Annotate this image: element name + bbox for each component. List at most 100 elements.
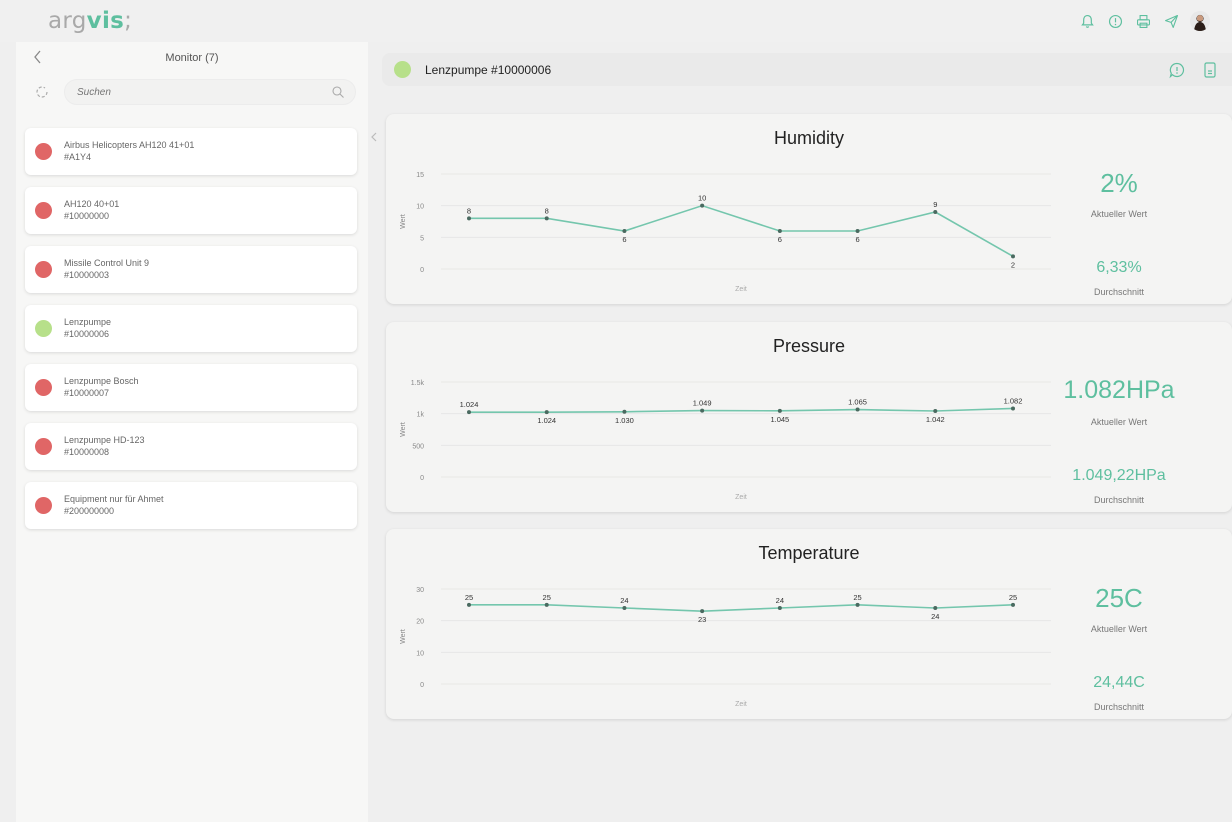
printer-icon[interactable] bbox=[1134, 12, 1152, 30]
app-logo[interactable]: argvis; bbox=[48, 8, 132, 34]
data-label: 24 bbox=[620, 596, 628, 605]
data-point[interactable] bbox=[700, 203, 705, 208]
data-label: 6 bbox=[778, 235, 782, 244]
data-point[interactable] bbox=[855, 407, 860, 412]
document-icon[interactable] bbox=[1202, 61, 1218, 79]
y-tick-label: 15 bbox=[416, 172, 424, 179]
device-header: Lenzpumpe #10000006 bbox=[382, 53, 1232, 86]
collapse-sidebar-icon[interactable] bbox=[368, 126, 380, 148]
status-dot bbox=[35, 261, 52, 278]
logo-part-1: arg bbox=[48, 8, 87, 34]
equipment-id: #10000008 bbox=[64, 447, 110, 457]
data-point[interactable] bbox=[700, 609, 705, 614]
sidebar-header: Monitor (7) bbox=[16, 42, 368, 74]
current-value-label: Aktueller Wert bbox=[1090, 417, 1148, 427]
current-value: 1.082HPa bbox=[1063, 376, 1175, 404]
equipment-name: AH120 40+01 bbox=[64, 199, 120, 209]
data-label: 1.082 bbox=[1004, 396, 1023, 405]
device-title: Lenzpumpe #10000006 bbox=[425, 63, 552, 77]
top-icons bbox=[1078, 11, 1210, 31]
equipment-id: #10000006 bbox=[64, 329, 110, 339]
data-label: 6 bbox=[622, 235, 626, 244]
data-point[interactable] bbox=[777, 229, 782, 233]
equipment-id: #A1Y4 bbox=[64, 152, 92, 162]
equipment-id: #10000000 bbox=[64, 211, 110, 221]
x-axis-label: Zeit bbox=[735, 701, 747, 708]
data-point[interactable] bbox=[933, 606, 938, 610]
data-label: 1.042 bbox=[926, 415, 945, 424]
y-tick-label: 10 bbox=[416, 650, 424, 657]
search-input[interactable] bbox=[65, 80, 315, 104]
data-point[interactable] bbox=[1011, 254, 1015, 259]
average-value-label: Durchschnitt bbox=[1093, 495, 1145, 505]
series-line bbox=[469, 204, 1014, 258]
y-tick-label: 1.5k bbox=[411, 380, 425, 387]
monitor-sidebar: Monitor (7) Airbus Helicopters AH120 41+… bbox=[16, 42, 368, 822]
data-label: 8 bbox=[467, 206, 471, 215]
y-tick-label: 1k bbox=[417, 412, 425, 419]
data-point[interactable] bbox=[622, 606, 627, 610]
equipment-list-item[interactable]: Lenzpumpe #10000006 bbox=[25, 305, 357, 352]
y-tick-label: 500 bbox=[412, 443, 424, 450]
data-label: 1.049 bbox=[693, 399, 712, 408]
x-axis-label: Zeit bbox=[735, 286, 747, 293]
data-label: 6 bbox=[855, 235, 859, 244]
search-icon[interactable] bbox=[331, 85, 345, 99]
data-label: 24 bbox=[931, 612, 939, 621]
pressure-panel: Pressure 1.5k 1k 500 0 Wert Zeit 1.024 1.024 1.03… bbox=[386, 322, 1232, 512]
equipment-list-item[interactable]: Equipment nur für Ahmet #200000000 bbox=[25, 482, 357, 529]
bell-icon[interactable] bbox=[1078, 12, 1096, 30]
y-tick-label: 0 bbox=[420, 682, 424, 689]
series-line bbox=[469, 407, 1014, 413]
average-value: 1.049,22HPa bbox=[1072, 467, 1166, 484]
refresh-icon[interactable] bbox=[34, 84, 50, 100]
data-point[interactable] bbox=[467, 216, 471, 221]
status-dot bbox=[35, 379, 52, 396]
current-value: 25C bbox=[1095, 583, 1143, 613]
average-value: 6,33% bbox=[1096, 259, 1142, 276]
equipment-list-item[interactable]: Lenzpumpe Bosch #10000007 bbox=[25, 364, 357, 411]
data-label: 2 bbox=[1011, 260, 1015, 269]
data-point[interactable] bbox=[777, 606, 782, 610]
data-point[interactable] bbox=[467, 410, 471, 415]
data-point[interactable] bbox=[467, 602, 471, 607]
data-point[interactable] bbox=[933, 409, 938, 414]
average-value-label: Durchschnitt bbox=[1093, 287, 1145, 297]
data-label: 25 bbox=[543, 593, 551, 602]
equipment-list-item[interactable]: Missile Control Unit 9 #10000003 bbox=[25, 246, 357, 293]
sidebar-title: Monitor (7) bbox=[165, 52, 219, 64]
y-tick-label: 0 bbox=[420, 475, 424, 482]
average-value: 24,44C bbox=[1093, 674, 1145, 691]
status-dot bbox=[35, 497, 52, 514]
equipment-name: Lenzpumpe HD-123 bbox=[64, 435, 145, 445]
send-icon[interactable] bbox=[1162, 12, 1180, 30]
alert-circle-icon[interactable] bbox=[1106, 12, 1124, 30]
data-point[interactable] bbox=[700, 408, 705, 413]
data-point[interactable] bbox=[544, 410, 549, 415]
data-point[interactable] bbox=[622, 409, 627, 414]
current-value: 2% bbox=[1100, 168, 1138, 198]
equipment-list-item[interactable]: Lenzpumpe HD-123 #10000008 bbox=[25, 423, 357, 470]
status-dot bbox=[35, 202, 52, 219]
data-point[interactable] bbox=[1011, 406, 1015, 411]
data-point[interactable] bbox=[544, 602, 549, 607]
series-line bbox=[469, 604, 1014, 612]
status-dot bbox=[35, 320, 52, 337]
user-avatar[interactable] bbox=[1190, 11, 1210, 31]
data-label: 1.065 bbox=[848, 398, 867, 407]
message-alert-icon[interactable] bbox=[1168, 61, 1186, 79]
logo-part-3: ; bbox=[124, 8, 133, 34]
y-axis-label: Wert bbox=[400, 422, 407, 437]
data-point[interactable] bbox=[777, 408, 782, 413]
data-point[interactable] bbox=[855, 229, 860, 233]
data-point[interactable] bbox=[1011, 602, 1015, 607]
equipment-name: Lenzpumpe bbox=[64, 317, 112, 327]
data-label: 25 bbox=[1009, 593, 1017, 602]
equipment-list-item[interactable]: AH120 40+01 #10000000 bbox=[25, 187, 357, 234]
data-point[interactable] bbox=[933, 210, 938, 214]
equipment-list-item[interactable]: Airbus Helicopters AH120 41+01 #A1Y4 bbox=[25, 128, 357, 175]
data-label: 8 bbox=[545, 206, 549, 215]
data-point[interactable] bbox=[544, 216, 549, 221]
data-point[interactable] bbox=[855, 602, 860, 607]
data-point[interactable] bbox=[622, 229, 627, 233]
